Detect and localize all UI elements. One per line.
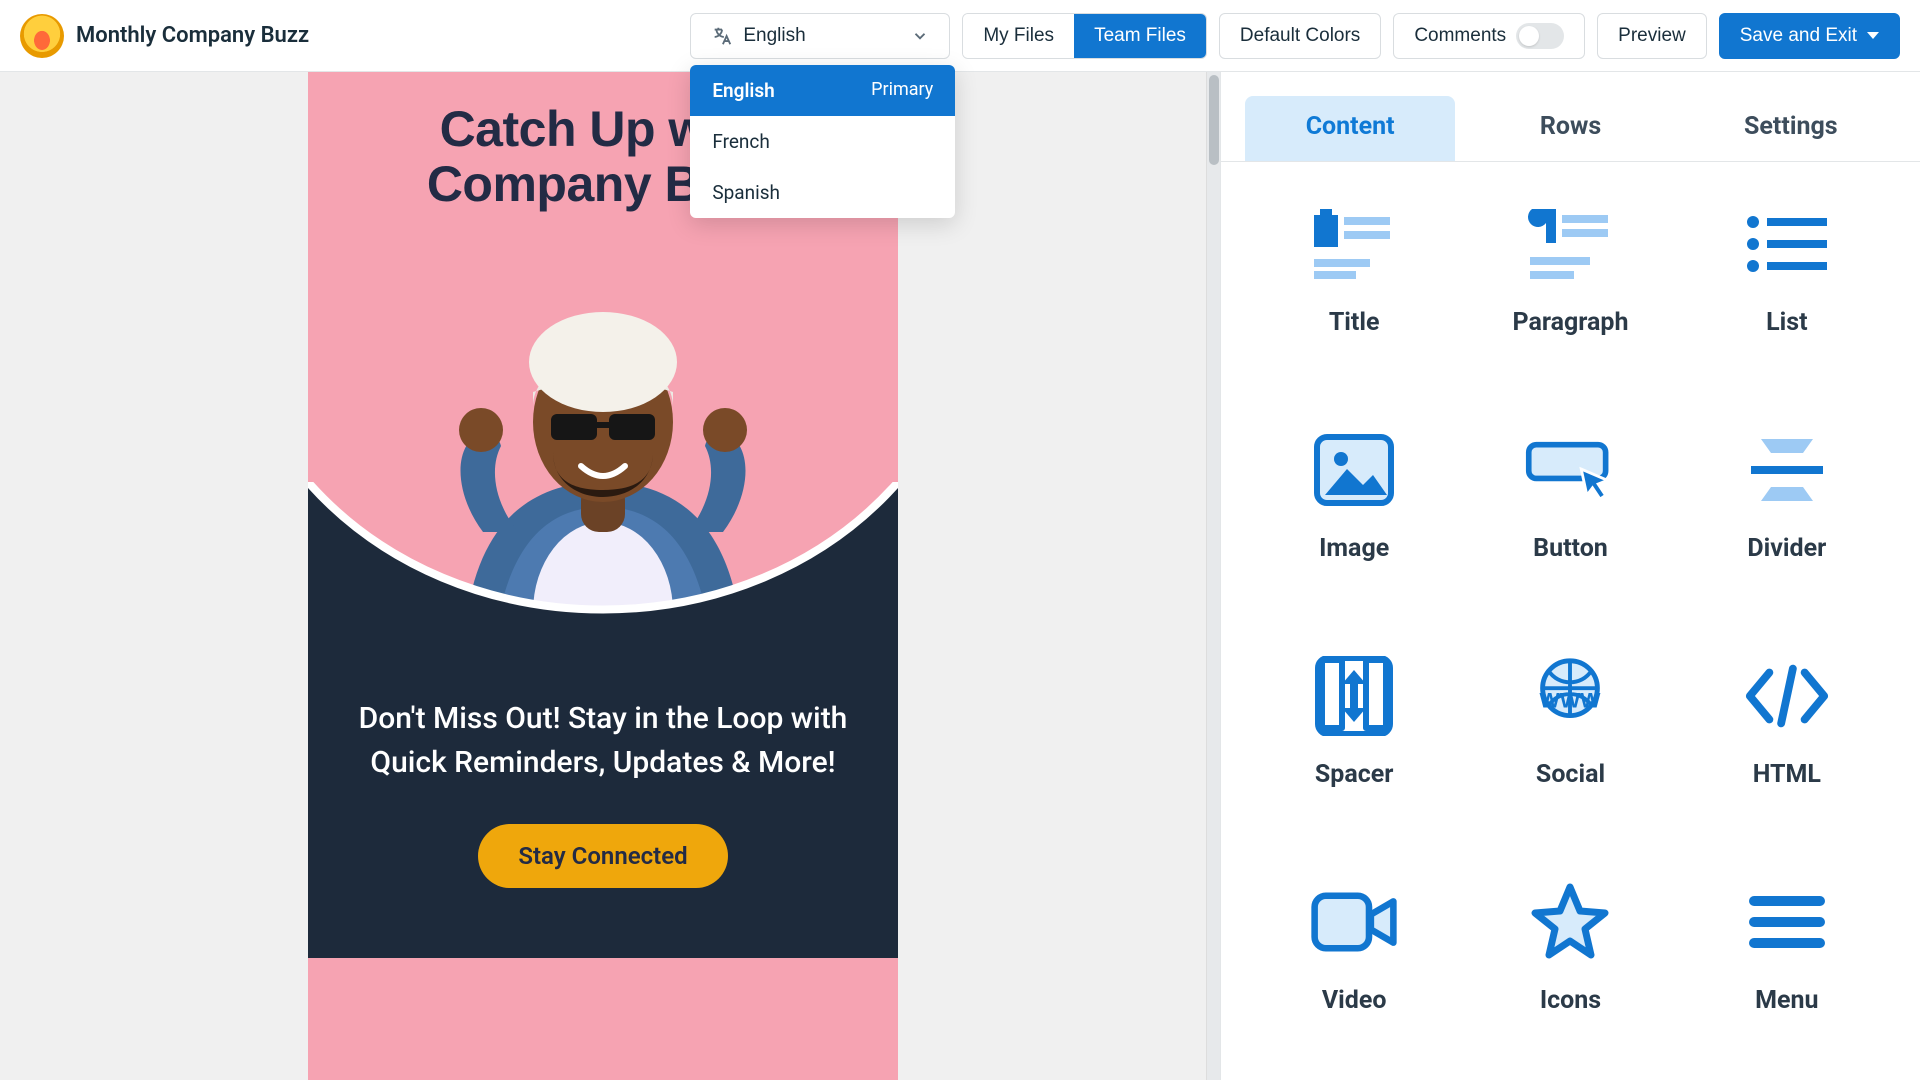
save-exit-label: Save and Exit bbox=[1740, 25, 1857, 47]
canvas-area[interactable]: Catch Up with Company Buzz bbox=[0, 72, 1206, 1080]
block-html[interactable]: HTML bbox=[1694, 656, 1880, 812]
divider-icon bbox=[1742, 430, 1832, 510]
language-option-spanish[interactable]: Spanish bbox=[690, 167, 955, 218]
block-label: HTML bbox=[1753, 760, 1821, 789]
translate-icon bbox=[711, 25, 733, 47]
paragraph-icon bbox=[1525, 204, 1615, 284]
language-option-english[interactable]: English Primary bbox=[690, 65, 955, 116]
social-icon: WWW bbox=[1525, 656, 1615, 736]
canvas-scrollbar[interactable] bbox=[1206, 72, 1220, 1080]
block-label: Spacer bbox=[1315, 760, 1394, 789]
files-segment: My Files Team Files bbox=[962, 13, 1207, 59]
side-panel: Content Rows Settings Title Paragraph bbox=[1220, 72, 1920, 1080]
svg-text:WWW: WWW bbox=[1540, 689, 1602, 713]
block-title[interactable]: Title bbox=[1261, 204, 1447, 360]
my-files-tab[interactable]: My Files bbox=[963, 14, 1074, 58]
topbar: Monthly Company Buzz English English Pri… bbox=[0, 0, 1920, 72]
title-icon bbox=[1309, 204, 1399, 284]
icons-icon bbox=[1525, 882, 1615, 962]
page-title: Monthly Company Buzz bbox=[76, 23, 309, 48]
language-current: English bbox=[743, 25, 805, 47]
comments-toggle[interactable] bbox=[1516, 23, 1564, 49]
block-list[interactable]: List bbox=[1694, 204, 1880, 360]
block-label: Menu bbox=[1755, 986, 1818, 1015]
block-label: Button bbox=[1533, 534, 1608, 563]
video-icon bbox=[1309, 882, 1399, 962]
language-button[interactable]: English bbox=[690, 13, 950, 59]
email-preview: Catch Up with Company Buzz bbox=[308, 72, 898, 1080]
block-label: Icons bbox=[1540, 986, 1601, 1015]
block-button[interactable]: Button bbox=[1477, 430, 1663, 586]
block-label: Video bbox=[1322, 986, 1387, 1015]
email-subheadline: Don't Miss Out! Stay in the Loop with Qu… bbox=[348, 697, 858, 784]
block-icons[interactable]: Icons bbox=[1477, 882, 1663, 1038]
block-label: Paragraph bbox=[1513, 308, 1629, 337]
block-image[interactable]: Image bbox=[1261, 430, 1447, 586]
image-icon bbox=[1309, 430, 1399, 510]
language-dropdown: English Primary French Spanish bbox=[690, 65, 955, 218]
comments-button[interactable]: Comments bbox=[1393, 13, 1585, 59]
tab-rows[interactable]: Rows bbox=[1465, 96, 1675, 161]
block-label: Divider bbox=[1747, 534, 1826, 563]
chevron-down-icon bbox=[1867, 32, 1879, 39]
app-logo bbox=[20, 14, 64, 58]
block-label: Image bbox=[1319, 534, 1389, 563]
content-blocks: Title Paragraph List Image bbox=[1221, 162, 1920, 1080]
main: Catch Up with Company Buzz bbox=[0, 72, 1920, 1080]
block-social[interactable]: WWW Social bbox=[1477, 656, 1663, 812]
button-icon bbox=[1525, 430, 1615, 510]
comments-label: Comments bbox=[1414, 25, 1506, 47]
block-paragraph[interactable]: Paragraph bbox=[1477, 204, 1663, 360]
curve-divider bbox=[308, 482, 898, 642]
block-label: Social bbox=[1536, 760, 1605, 789]
list-icon bbox=[1742, 204, 1832, 284]
spacer-icon bbox=[1309, 656, 1399, 736]
team-files-tab[interactable]: Team Files bbox=[1074, 14, 1206, 58]
email-hero bbox=[308, 222, 898, 642]
language-option-label: French bbox=[712, 130, 770, 153]
tab-content[interactable]: Content bbox=[1245, 96, 1455, 161]
block-divider[interactable]: Divider bbox=[1694, 430, 1880, 586]
html-icon bbox=[1742, 656, 1832, 736]
preview-button[interactable]: Preview bbox=[1597, 13, 1707, 59]
block-label: Title bbox=[1329, 308, 1380, 337]
block-spacer[interactable]: Spacer bbox=[1261, 656, 1447, 812]
block-label: List bbox=[1766, 308, 1807, 337]
language-select[interactable]: English English Primary French Spanish bbox=[690, 13, 950, 59]
save-exit-button[interactable]: Save and Exit bbox=[1719, 13, 1900, 59]
chevron-down-icon bbox=[911, 27, 929, 45]
language-option-french[interactable]: French bbox=[690, 116, 955, 167]
default-colors-button[interactable]: Default Colors bbox=[1219, 13, 1381, 59]
email-cta-button[interactable]: Stay Connected bbox=[478, 824, 727, 888]
language-option-label: Spanish bbox=[712, 181, 780, 204]
scrollbar-thumb[interactable] bbox=[1209, 75, 1219, 165]
email-dark-section: Don't Miss Out! Stay in the Loop with Qu… bbox=[308, 642, 898, 958]
menu-icon bbox=[1742, 882, 1832, 962]
language-option-label: English bbox=[712, 79, 774, 102]
language-primary-badge: Primary bbox=[871, 79, 933, 102]
tab-settings[interactable]: Settings bbox=[1686, 96, 1896, 161]
panel-tabs: Content Rows Settings bbox=[1221, 72, 1920, 162]
block-video[interactable]: Video bbox=[1261, 882, 1447, 1038]
block-menu[interactable]: Menu bbox=[1694, 882, 1880, 1038]
